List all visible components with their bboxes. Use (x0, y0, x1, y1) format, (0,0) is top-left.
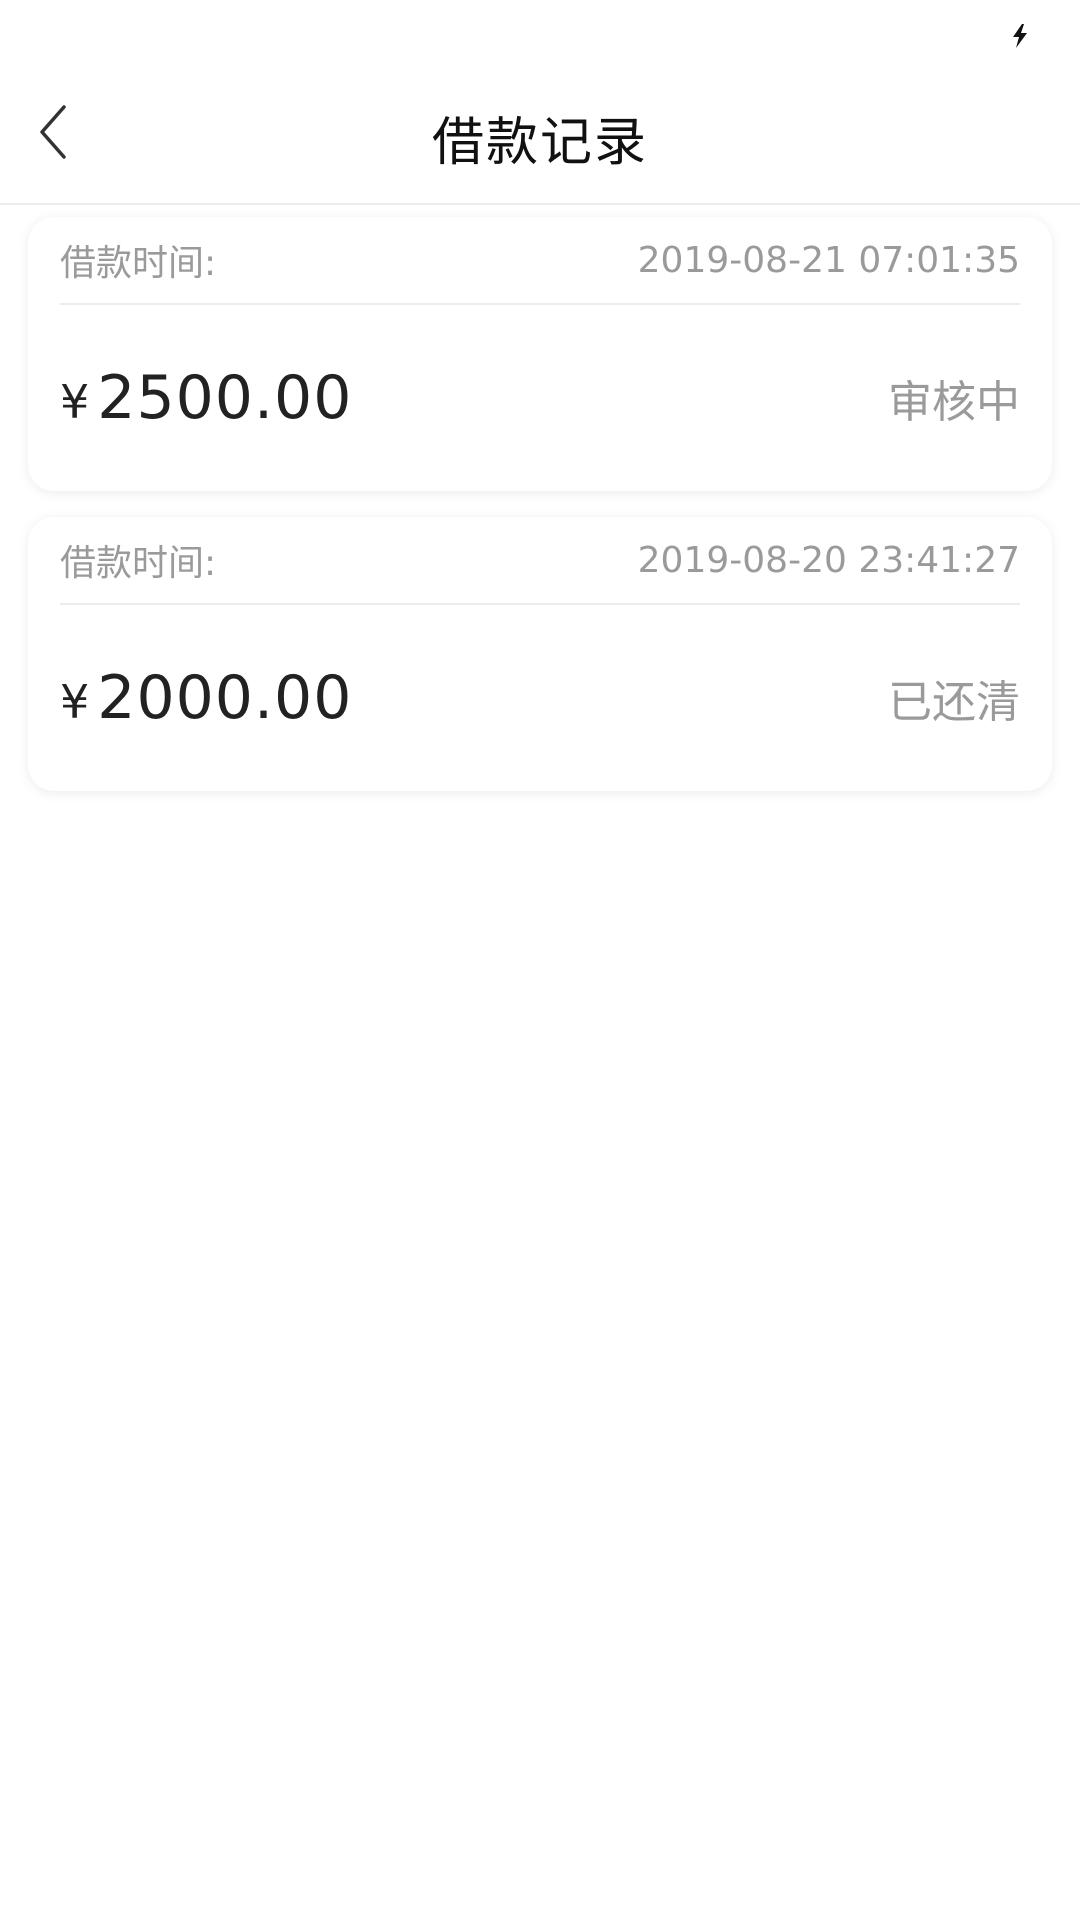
loan-amount-value: 2500.00 (97, 363, 353, 433)
loan-record-card[interactable]: 借款时间: 2019-08-20 23:41:27 ¥ 2000.00 已还清 (28, 517, 1052, 791)
loan-time-row: 借款时间: 2019-08-20 23:41:27 (60, 517, 1020, 605)
loan-time-value: 2019-08-21 07:01:35 (637, 239, 1020, 281)
charging-icon (1010, 24, 1030, 48)
page-title: 借款记录 (431, 113, 648, 173)
nav-bar: 借款记录 (0, 70, 1080, 205)
loan-amount: ¥ 2000.00 (60, 663, 352, 733)
loan-amount-value: 2000.00 (97, 663, 353, 733)
currency-symbol: ¥ (60, 675, 90, 729)
loan-amount: ¥ 2500.00 (60, 363, 352, 433)
loan-amount-row: ¥ 2500.00 审核中 (60, 305, 1020, 491)
loan-status: 已还清 (888, 677, 1020, 728)
loan-time-row: 借款时间: 2019-08-21 07:01:35 (60, 217, 1020, 305)
status-bar (0, 0, 1080, 70)
loan-record-list: 借款时间: 2019-08-21 07:01:35 ¥ 2500.00 审核中 … (28, 217, 1052, 817)
loan-time-value: 2019-08-20 23:41:27 (637, 539, 1020, 581)
loan-record-card[interactable]: 借款时间: 2019-08-21 07:01:35 ¥ 2500.00 审核中 (28, 217, 1052, 491)
loan-status: 审核中 (888, 377, 1020, 428)
loan-time-label: 借款时间: (60, 543, 217, 584)
loan-time-label: 借款时间: (60, 243, 217, 284)
loan-amount-row: ¥ 2000.00 已还清 (60, 605, 1020, 791)
currency-symbol: ¥ (60, 375, 90, 429)
